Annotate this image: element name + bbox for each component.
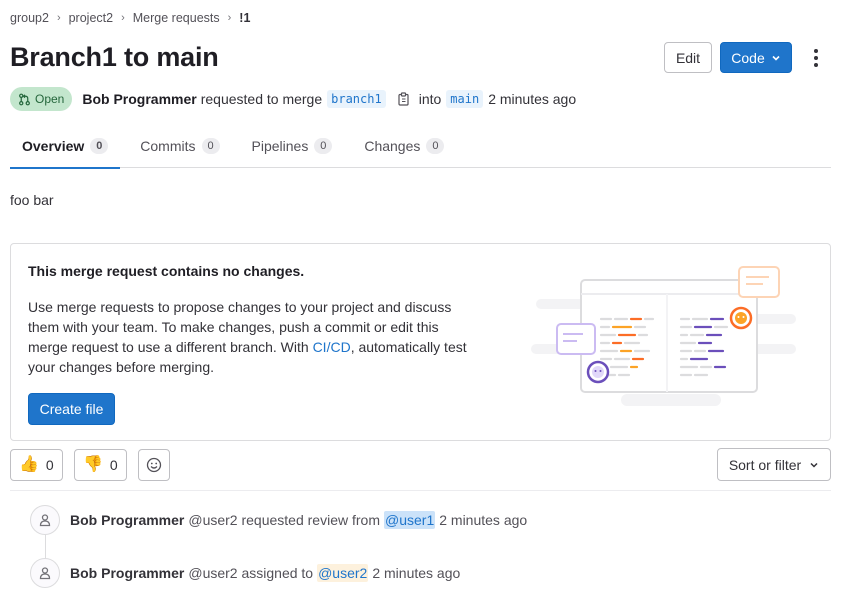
more-actions-icon[interactable] (806, 46, 826, 70)
timeline-event: Bob Programmer @user2 assigned to @user2… (30, 558, 460, 588)
ci-cd-link[interactable]: CI/CD (313, 339, 351, 355)
event-author[interactable]: Bob Programmer (70, 512, 184, 528)
chevron-down-icon (810, 462, 818, 468)
thumbs-up-icon: 👍 (19, 456, 39, 473)
code-button-label: Code (731, 49, 765, 66)
status-badge: Open (10, 87, 73, 111)
tab-label: Pipelines (251, 138, 309, 154)
event-username[interactable]: @user2 (188, 565, 237, 581)
description-text: foo bar (10, 192, 54, 208)
copy-icon[interactable] (397, 92, 411, 106)
breadcrumb: group2 › project2 › Merge requests › !1 (10, 11, 250, 25)
tab-label: Changes (364, 138, 421, 154)
sort-label: Sort or filter (728, 456, 802, 473)
tab-label: Commits (140, 138, 196, 154)
event-time: 2 minutes ago (439, 512, 528, 528)
breadcrumb-group[interactable]: group2 (10, 11, 49, 25)
tab-pipelines[interactable]: Pipelines 0 (240, 124, 345, 168)
code-dropdown-button[interactable]: Code (720, 42, 792, 73)
chevron-right-icon: › (121, 12, 125, 24)
status-badge-label: Open (35, 92, 65, 106)
no-changes-card: This merge request contains no changes. … (10, 243, 831, 441)
chevron-right-icon: › (56, 12, 61, 24)
target-branch[interactable]: main (446, 90, 484, 108)
thumbs-up-count: 0 (45, 457, 54, 473)
chevron-down-icon (772, 55, 780, 61)
breadcrumb-current[interactable]: !1 (239, 11, 250, 25)
event-action: requested review from (241, 512, 380, 528)
user-mention[interactable]: @user1 (384, 511, 436, 529)
event-time: 2 minutes ago (372, 565, 461, 581)
tab-commits[interactable]: Commits 0 (128, 124, 231, 168)
smiley-icon (146, 457, 162, 473)
tab-count: 0 (90, 138, 109, 154)
divider (10, 490, 831, 491)
merge-request-meta: Open Bob Programmer requested to merge b… (10, 87, 576, 111)
user-icon (30, 505, 60, 535)
merge-request-icon (19, 93, 30, 105)
sort-or-filter-dropdown[interactable]: Sort or filter (717, 448, 831, 481)
breadcrumb-project[interactable]: project2 (69, 11, 113, 25)
source-branch[interactable]: branch1 (327, 90, 386, 108)
into-text: into (418, 91, 442, 107)
tab-label: Overview (22, 138, 85, 154)
tab-changes[interactable]: Changes 0 (352, 124, 456, 168)
tab-count: 0 (426, 138, 445, 154)
timeline-event: Bob Programmer @user2 requested review f… (30, 505, 527, 535)
author-name[interactable]: Bob Programmer (82, 91, 196, 107)
thumbs-down-count: 0 (109, 457, 118, 473)
user-mention[interactable]: @user2 (317, 564, 369, 582)
event-action: assigned to (241, 565, 314, 581)
create-file-button[interactable]: Create file (28, 393, 115, 425)
tab-count: 0 (201, 138, 220, 154)
event-username[interactable]: @user2 (188, 512, 237, 528)
merge-request-illustration (531, 266, 796, 406)
no-changes-heading: This merge request contains no changes. (28, 263, 305, 279)
thumbs-down-button[interactable]: 👎 0 (74, 449, 127, 481)
thumbs-down-icon: 👎 (83, 456, 103, 473)
no-changes-body: Use merge requests to propose changes to… (28, 299, 467, 375)
breadcrumb-merge-requests[interactable]: Merge requests (133, 11, 220, 25)
user-icon (30, 558, 60, 588)
chevron-right-icon: › (227, 12, 232, 24)
created-time: 2 minutes ago (488, 91, 577, 107)
event-author[interactable]: Bob Programmer (70, 565, 184, 581)
thumbs-up-button[interactable]: 👍 0 (10, 449, 63, 481)
page-title: Branch1 to main (10, 42, 219, 72)
requested-text: requested to merge (200, 91, 323, 107)
tab-overview[interactable]: Overview 0 (10, 124, 121, 169)
add-reaction-button[interactable] (138, 449, 170, 481)
tab-count: 0 (314, 138, 333, 154)
edit-button[interactable]: Edit (664, 42, 712, 73)
merge-request-tabs: Overview 0 Commits 0 Pipelines 0 Changes… (10, 124, 831, 169)
